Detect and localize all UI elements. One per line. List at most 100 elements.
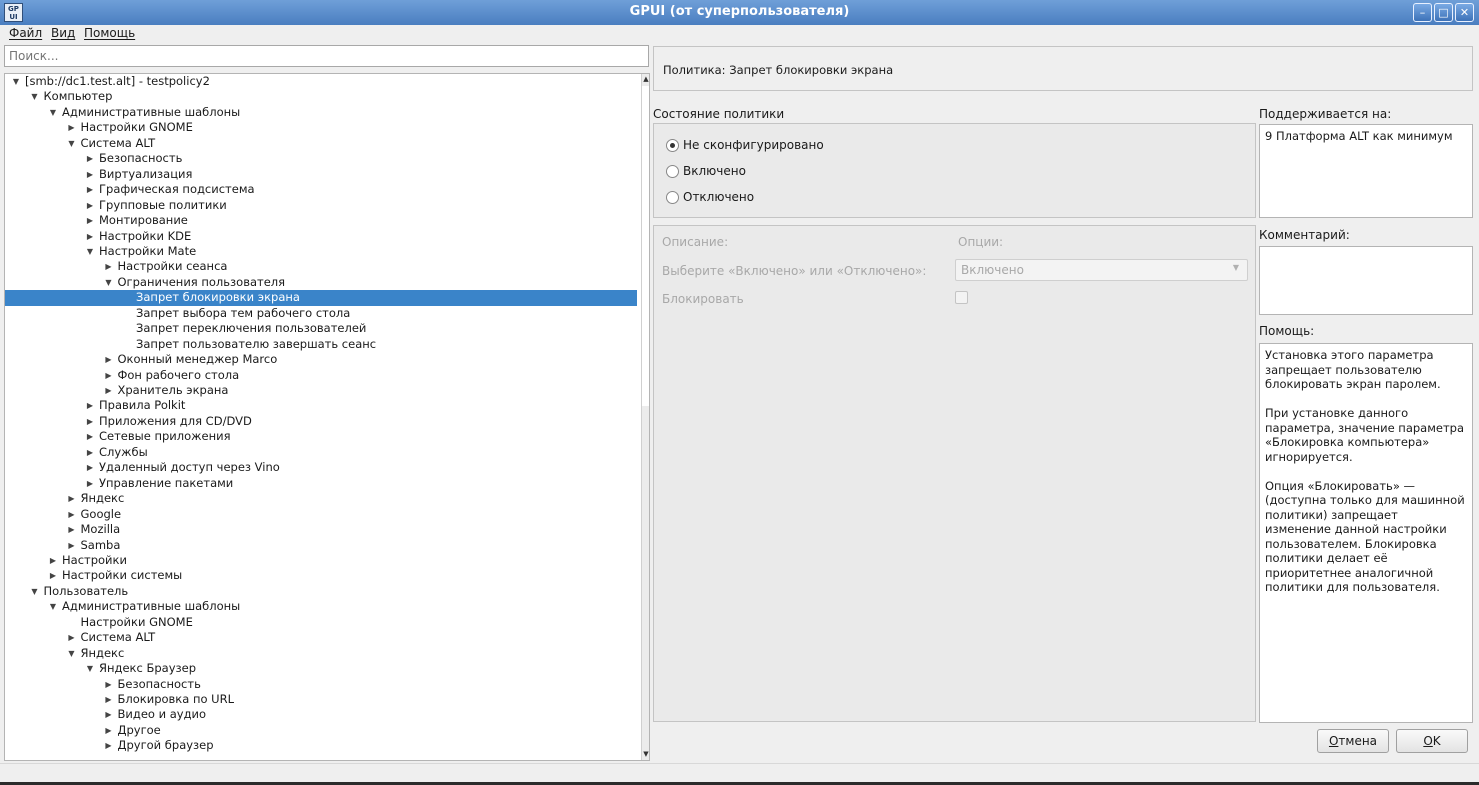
- scroll-down-icon[interactable]: ▼: [642, 749, 649, 760]
- collapsed-arrow-icon[interactable]: ▶: [104, 723, 114, 738]
- tree-item[interactable]: ▼ Яндекс: [5, 646, 637, 661]
- expanded-arrow-icon[interactable]: ▼: [48, 105, 58, 120]
- expanded-arrow-icon[interactable]: ▼: [48, 599, 58, 614]
- tree-item[interactable]: ▶ Google: [5, 507, 637, 522]
- radio-checked-icon[interactable]: [666, 139, 679, 152]
- tree-item[interactable]: ▶ Другой браузер: [5, 738, 637, 753]
- collapsed-arrow-icon[interactable]: ▶: [104, 692, 114, 707]
- collapsed-arrow-icon[interactable]: ▶: [67, 120, 77, 135]
- tree-item[interactable]: ▶ Оконный менеджер Marco: [5, 352, 637, 367]
- expanded-arrow-icon[interactable]: ▼: [30, 584, 40, 599]
- tree-item[interactable]: ▶ Безопасность: [5, 151, 637, 166]
- menu-help[interactable]: Помощь: [84, 26, 135, 40]
- radio-icon[interactable]: [666, 191, 679, 204]
- menu-file[interactable]: Файл: [9, 26, 42, 40]
- tree-item[interactable]: ▶ Безопасность: [5, 677, 637, 692]
- maximize-button[interactable]: □: [1434, 3, 1453, 22]
- tree-item[interactable]: Запрет пользователю завершать сеанс: [5, 337, 637, 352]
- tree-item[interactable]: ▼ Компьютер: [5, 89, 637, 104]
- tree-item[interactable]: ▶ Настройки KDE: [5, 229, 637, 244]
- collapsed-arrow-icon[interactable]: ▶: [85, 198, 95, 213]
- collapsed-arrow-icon[interactable]: ▶: [67, 522, 77, 537]
- tree-item[interactable]: ▶ Службы: [5, 445, 637, 460]
- collapsed-arrow-icon[interactable]: ▶: [85, 182, 95, 197]
- tree-item[interactable]: ▶ Блокировка по URL: [5, 692, 637, 707]
- collapsed-arrow-icon[interactable]: ▶: [104, 368, 114, 383]
- tree-item[interactable]: ▼ Яндекс Браузер: [5, 661, 637, 676]
- tree-item[interactable]: ▶ Mozilla: [5, 522, 637, 537]
- collapsed-arrow-icon[interactable]: ▶: [67, 507, 77, 522]
- collapsed-arrow-icon[interactable]: ▶: [104, 383, 114, 398]
- expanded-arrow-icon[interactable]: ▼: [30, 89, 40, 104]
- tree-item[interactable]: Запрет переключения пользователей: [5, 321, 637, 336]
- tree-item[interactable]: ▶ Виртуализация: [5, 167, 637, 182]
- collapsed-arrow-icon[interactable]: ▶: [104, 707, 114, 722]
- collapsed-arrow-icon[interactable]: ▶: [85, 398, 95, 413]
- tree-item[interactable]: ▼ [smb://dc1.test.alt] - testpolicy2: [5, 74, 637, 89]
- collapsed-arrow-icon[interactable]: ▶: [67, 491, 77, 506]
- collapsed-arrow-icon[interactable]: ▶: [85, 429, 95, 444]
- tree-item[interactable]: Запрет выбора тем рабочего стола: [5, 306, 637, 321]
- expanded-arrow-icon[interactable]: ▼: [67, 646, 77, 661]
- tree-item[interactable]: Запрет блокировки экрана: [5, 290, 637, 306]
- tree-item[interactable]: ▶ Настройки сеанса: [5, 259, 637, 274]
- policy-tree[interactable]: ▲ ▼ ▼ [smb://dc1.test.alt] - testpolicy2 ▼…: [4, 73, 650, 761]
- collapsed-arrow-icon[interactable]: ▶: [104, 677, 114, 692]
- scrollbar-thumb[interactable]: [642, 86, 649, 406]
- tree-item[interactable]: ▶ Хранитель экрана: [5, 383, 637, 398]
- tree-item[interactable]: ▶ Правила Polkit: [5, 398, 637, 413]
- expanded-arrow-icon[interactable]: ▼: [104, 275, 114, 290]
- collapsed-arrow-icon[interactable]: ▶: [85, 445, 95, 460]
- ok-button[interactable]: OK: [1396, 729, 1468, 753]
- collapsed-arrow-icon[interactable]: ▶: [85, 476, 95, 491]
- tree-item[interactable]: ▼ Административные шаблоны: [5, 599, 637, 614]
- scroll-up-icon[interactable]: ▲: [642, 74, 649, 85]
- menu-view[interactable]: Вид: [51, 26, 75, 40]
- collapsed-arrow-icon[interactable]: ▶: [67, 538, 77, 553]
- radio-not-configured[interactable]: Не сконфигурировано: [666, 138, 866, 154]
- collapsed-arrow-icon[interactable]: ▶: [85, 229, 95, 244]
- tree-item[interactable]: ▶ Настройки: [5, 553, 637, 568]
- tree-item[interactable]: ▶ Видео и аудио: [5, 707, 637, 722]
- tree-item[interactable]: ▼ Административные шаблоны: [5, 105, 637, 120]
- collapsed-arrow-icon[interactable]: ▶: [85, 167, 95, 182]
- tree-item[interactable]: ▶ Яндекс: [5, 491, 637, 506]
- radio-enabled[interactable]: Включено: [666, 164, 866, 180]
- close-button[interactable]: ✕: [1455, 3, 1474, 22]
- tree-item[interactable]: ▶ Монтирование: [5, 213, 637, 228]
- tree-item[interactable]: ▶ Настройки GNOME: [5, 120, 637, 135]
- tree-item[interactable]: ▶ Групповые политики: [5, 198, 637, 213]
- tree-item[interactable]: ▼ Пользователь: [5, 584, 637, 599]
- enable-select[interactable]: Включено ▼: [955, 259, 1248, 281]
- collapsed-arrow-icon[interactable]: ▶: [104, 259, 114, 274]
- tree-item[interactable]: ▶ Настройки системы: [5, 568, 637, 583]
- tree-item[interactable]: ▶ Другое: [5, 723, 637, 738]
- tree-item[interactable]: Настройки GNOME: [5, 615, 637, 630]
- tree-item[interactable]: ▶ Фон рабочего стола: [5, 368, 637, 383]
- tree-item[interactable]: ▶ Удаленный доступ через Vino: [5, 460, 637, 475]
- tree-item[interactable]: ▼ Настройки Mate: [5, 244, 637, 259]
- cancel-button[interactable]: Отмена: [1317, 729, 1389, 753]
- tree-item[interactable]: ▶ Графическая подсистема: [5, 182, 637, 197]
- comment-field[interactable]: [1259, 246, 1473, 315]
- collapsed-arrow-icon[interactable]: ▶: [85, 414, 95, 429]
- expanded-arrow-icon[interactable]: ▼: [67, 136, 77, 151]
- collapsed-arrow-icon[interactable]: ▶: [67, 630, 77, 645]
- expanded-arrow-icon[interactable]: ▼: [11, 74, 21, 89]
- tree-item[interactable]: ▶ Управление пакетами: [5, 476, 637, 491]
- search-input[interactable]: [4, 45, 649, 67]
- expanded-arrow-icon[interactable]: ▼: [85, 661, 95, 676]
- collapsed-arrow-icon[interactable]: ▶: [85, 213, 95, 228]
- radio-icon[interactable]: [666, 165, 679, 178]
- collapsed-arrow-icon[interactable]: ▶: [104, 738, 114, 753]
- tree-item[interactable]: ▼ Система ALT: [5, 136, 637, 151]
- tree-scrollbar[interactable]: ▲ ▼: [641, 74, 649, 760]
- tree-item[interactable]: ▶ Samba: [5, 538, 637, 553]
- collapsed-arrow-icon[interactable]: ▶: [85, 460, 95, 475]
- collapsed-arrow-icon[interactable]: ▶: [48, 568, 58, 583]
- lock-checkbox[interactable]: [955, 291, 968, 304]
- collapsed-arrow-icon[interactable]: ▶: [104, 352, 114, 367]
- collapsed-arrow-icon[interactable]: ▶: [48, 553, 58, 568]
- radio-disabled[interactable]: Отключено: [666, 190, 866, 206]
- collapsed-arrow-icon[interactable]: ▶: [85, 151, 95, 166]
